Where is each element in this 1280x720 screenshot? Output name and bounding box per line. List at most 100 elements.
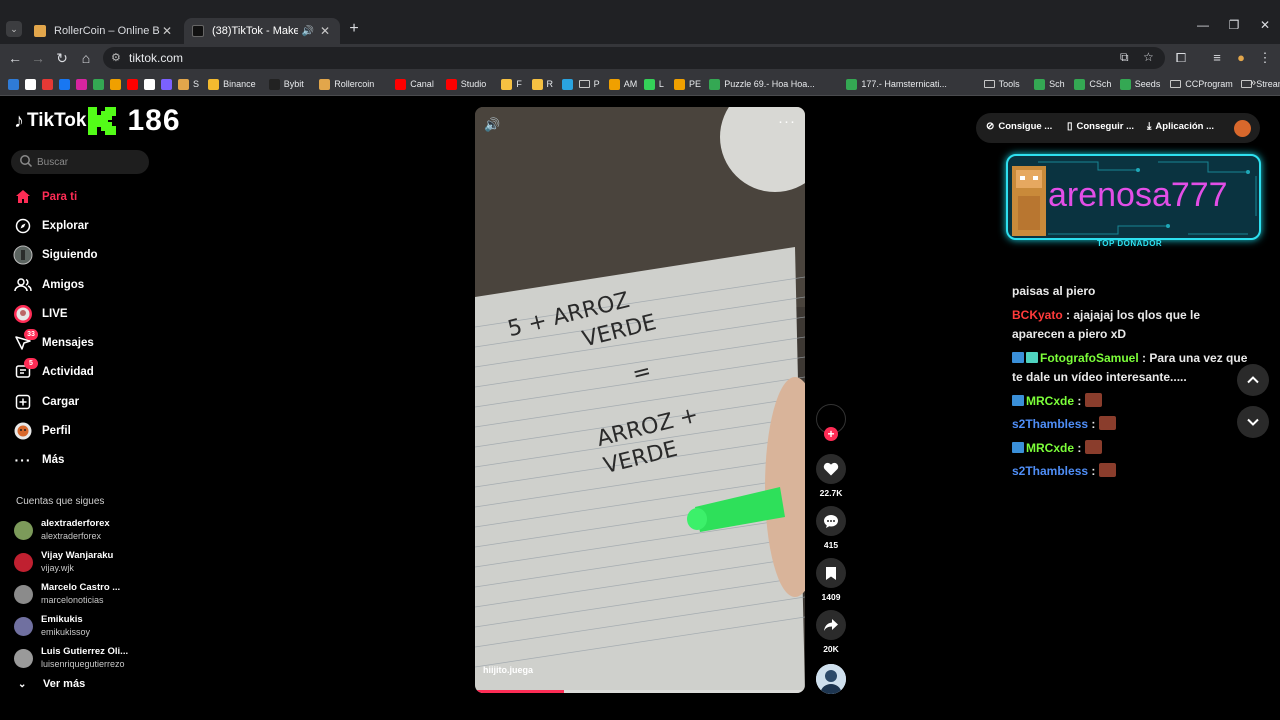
tab-search-button[interactable]: ⌄ (6, 21, 22, 37)
sidebar-item-amigos[interactable]: Amigos (12, 270, 152, 299)
sidebar-item-actividad[interactable]: 5 Actividad (12, 358, 152, 387)
following-item[interactable]: Emikukis emikukissoy (14, 610, 164, 642)
home-button[interactable]: ⌂ (77, 49, 95, 67)
sidebar-item-explorar[interactable]: Explorar (12, 211, 152, 240)
bookmark-favicon-icon (608, 78, 620, 90)
bookmark-item[interactable]: Seeds (1119, 77, 1160, 91)
bookmark-item[interactable]: R (531, 77, 553, 91)
bookmark-item[interactable] (561, 77, 577, 91)
following-item[interactable]: Luis Gutierrez Oli... luisenriquegutierre… (14, 642, 164, 674)
see-more-button[interactable]: ⌄ Ver más (18, 678, 85, 690)
bookmark-item[interactable]: 177.- Hamsternicati... (846, 77, 947, 91)
bookmark-item[interactable] (42, 77, 57, 91)
bookmark-item[interactable] (110, 77, 125, 91)
bookmark-item[interactable]: AM (608, 77, 637, 91)
extensions-icon[interactable]: ⧠ (1172, 50, 1190, 66)
sidebar-item-para-ti[interactable]: Para ti (12, 182, 152, 211)
extension-rollercoin-icon[interactable]: ● (1232, 50, 1250, 65)
video-author[interactable]: hiijito.juega (483, 665, 533, 675)
following-item[interactable]: Vijay Wanjaraku vijay.wjk (14, 546, 164, 578)
user-avatar[interactable] (1234, 120, 1251, 137)
media-control-icon[interactable]: ≡ (1208, 50, 1226, 65)
bookmark-item[interactable] (93, 77, 108, 91)
creator-avatar[interactable] (816, 664, 846, 694)
bookmarks-overflow-icon[interactable]: » (1250, 77, 1256, 89)
following-item[interactable]: Marcelo Castro ... marcelonoticias (14, 578, 164, 610)
search-box[interactable] (11, 150, 149, 174)
bookmark-item[interactable]: Sch (1034, 77, 1065, 91)
forward-button[interactable]: → (29, 49, 47, 67)
tab-close-icon[interactable]: ✕ (160, 24, 174, 38)
comment-button[interactable] (816, 506, 846, 536)
bookmark-item[interactable]: L (643, 77, 664, 91)
bookmark-item[interactable]: PE (674, 77, 701, 91)
bookmark-item[interactable]: Tools (983, 77, 1020, 91)
address-bar[interactable]: ⚙ tiktok.com ⧉ ☆ (103, 47, 1165, 69)
next-video-button[interactable] (1237, 406, 1269, 438)
following-list: alextraderforex alextraderforex Vijay Wan… (14, 514, 164, 674)
bookmark-item[interactable] (127, 77, 142, 91)
bookmark-item[interactable] (144, 77, 159, 91)
tiktok-logo[interactable]: ♪ TikTok 186 (14, 104, 181, 138)
sidebar-item-mas[interactable]: ··· Más (12, 446, 152, 475)
bookmark-item[interactable]: P (578, 77, 600, 91)
bookmark-item[interactable]: CSch (1074, 77, 1111, 91)
share-button[interactable] (816, 610, 846, 640)
bookmark-item[interactable] (161, 77, 176, 91)
url-text[interactable]: tiktok.com (129, 51, 183, 65)
bookmark-item[interactable]: Stream (1241, 77, 1280, 91)
search-input[interactable] (37, 153, 143, 171)
new-tab-button[interactable]: + (346, 20, 362, 40)
tab-rollercoin[interactable]: RollerCoin – Online Bitcoin Mini ✕ (26, 18, 182, 44)
previous-video-button[interactable] (1237, 364, 1269, 396)
like-button[interactable] (816, 454, 846, 484)
minimize-icon[interactable]: — (1193, 18, 1213, 32)
like-count: 22.7K (819, 488, 843, 498)
bookmark-item[interactable]: Canal (395, 77, 434, 91)
emote-icon (1098, 463, 1116, 477)
badge-icon (1012, 441, 1024, 453)
sidebar-item-live[interactable]: LIVE (12, 299, 152, 328)
bookmark-star-icon[interactable]: ☆ (1143, 50, 1154, 64)
bookmark-item[interactable]: Bybit (268, 77, 304, 91)
more-options-icon[interactable]: ··· (778, 113, 796, 130)
site-info-icon[interactable]: ⚙ (111, 51, 121, 64)
bookmark-item[interactable]: Binance (208, 77, 256, 91)
following-item[interactable]: alextraderforex alextraderforex (14, 514, 164, 546)
bookmark-item[interactable]: Studio (445, 77, 486, 91)
sidebar-item-label: Más (42, 454, 65, 467)
restore-icon[interactable]: ❐ (1224, 18, 1244, 32)
bookmark-item[interactable] (76, 77, 91, 91)
bookmark-item[interactable] (25, 77, 40, 91)
follow-plus-button[interactable]: + (824, 427, 838, 441)
bookmark-item[interactable]: S (178, 77, 199, 91)
speaker-icon[interactable]: 🔊 (302, 26, 314, 37)
avatar (14, 520, 33, 540)
back-button[interactable]: ← (6, 49, 24, 67)
save-button[interactable] (816, 558, 846, 588)
bookmark-item[interactable] (59, 77, 74, 91)
sidebar-item-mensajes[interactable]: 33 Mensajes (12, 328, 152, 357)
tab-close-icon[interactable]: ✕ (318, 24, 332, 38)
browser-menu-icon[interactable]: ⋮ (1256, 50, 1274, 66)
get-coins-button[interactable]: ⊘ Consigue ... (986, 121, 1052, 132)
sidebar-item-perfil[interactable]: Perfil (12, 416, 152, 445)
close-window-icon[interactable]: ✕ (1255, 18, 1275, 32)
video-progress-bar[interactable] (475, 690, 805, 693)
bookmark-favicon-icon (127, 78, 138, 90)
bookmark-item[interactable]: Rollercoin (319, 77, 374, 91)
bookmark-item[interactable]: CCProgram (1170, 77, 1233, 91)
tab-tiktok[interactable]: (38)TikTok - Make Your Day 🔊 ✕ (184, 18, 340, 44)
bookmark-item[interactable]: Puzzle 69.- Hoa Hoa... (709, 77, 815, 91)
bookmark-favicon-icon (319, 78, 331, 90)
download-app-button[interactable]: ⤓ Aplicación ... (1147, 121, 1214, 132)
sidebar-item-siguiendo[interactable]: Siguiendo (12, 241, 152, 270)
reload-button[interactable]: ↻ (53, 49, 71, 67)
get-app-button[interactable]: ▯ Conseguir ... (1067, 121, 1134, 132)
video-player[interactable]: 5 + ARROZ VERDE = ARROZ + VERDE 🔊 ··· hi… (475, 107, 805, 693)
bookmark-item[interactable]: F (501, 77, 522, 91)
volume-icon[interactable]: 🔊 (484, 117, 500, 133)
install-app-icon[interactable]: ⧉ (1120, 50, 1129, 65)
sidebar-item-cargar[interactable]: Cargar (12, 387, 152, 416)
bookmark-item[interactable] (8, 77, 23, 91)
